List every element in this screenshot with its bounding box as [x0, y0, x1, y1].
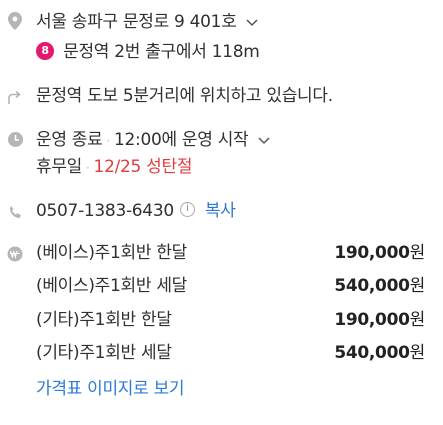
copy-button[interactable]: 복사 — [205, 201, 236, 221]
directions-text: 문정역 도보 5분거리에 위치하고 있습니다. — [36, 86, 333, 106]
price-item-name: (기타)주1회반 한달 — [36, 310, 172, 330]
phone-row: 0507-1383-6430 i 복사 — [36, 200, 236, 222]
address-row[interactable]: 서울 송파구 문정로 9 401호 — [36, 11, 258, 33]
subway-row: 8 문정역 2번 출구에서 118m — [36, 41, 260, 63]
info-icon[interactable]: i — [179, 201, 195, 217]
price-list-item: (기타)주1회반 세달 540,000원 — [36, 342, 425, 364]
phone-icon — [6, 203, 24, 221]
separator-dot: · — [106, 134, 110, 148]
holiday-value: 12/25 성탄절 — [93, 157, 193, 177]
price-item-name: (베이스)주1회반 세달 — [36, 276, 188, 296]
hours-status: 운영 종료 — [36, 130, 103, 150]
subway-exit-text: 문정역 2번 출구에서 118m — [63, 42, 260, 62]
price-list-item: (기타)주1회반 한달 190,000원 — [36, 309, 425, 331]
address-text: 서울 송파구 문정로 9 401호 — [36, 12, 237, 32]
clock-icon — [6, 130, 24, 148]
price-list-item: (베이스)주1회반 세달 540,000원 — [36, 275, 425, 297]
holiday-label: 휴무일 — [36, 157, 83, 177]
price-item-name: (베이스)주1회반 한달 — [36, 243, 188, 263]
price-item-name: (기타)주1회반 세달 — [36, 343, 172, 363]
phone-number[interactable]: 0507-1383-6430 — [36, 201, 174, 221]
price-item-value: 540,000원 — [334, 343, 425, 363]
price-item-value: 190,000원 — [334, 310, 425, 330]
hours-next-open: 12:00에 운영 시작 — [113, 130, 249, 150]
price-list-item: (베이스)주1회반 한달 190,000원 — [36, 242, 425, 264]
subway-line-badge: 8 — [36, 42, 54, 60]
separator-dot: · — [86, 161, 90, 175]
location-pin-icon — [6, 12, 24, 30]
price-item-value: 540,000원 — [334, 276, 425, 296]
directions-arrow-icon — [6, 88, 24, 106]
view-price-image-link[interactable]: 가격표 이미지로 보기 — [36, 378, 185, 400]
price-item-value: 190,000원 — [334, 243, 425, 263]
holiday-row: 휴무일 · 12/25 성탄절 — [36, 156, 192, 179]
hours-row[interactable]: 운영 종료 · 12:00에 운영 시작 — [36, 129, 270, 152]
chevron-down-icon[interactable] — [246, 11, 258, 33]
won-price-icon — [6, 245, 24, 263]
chevron-down-icon[interactable] — [257, 129, 270, 151]
